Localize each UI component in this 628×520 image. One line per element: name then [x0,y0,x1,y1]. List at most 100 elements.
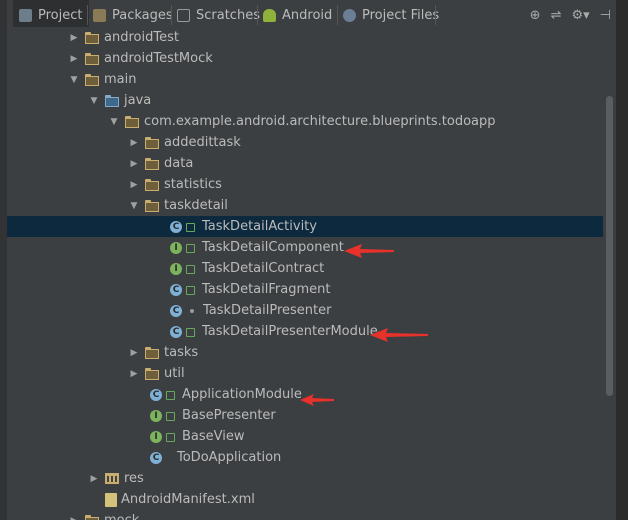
tree-row-mock[interactable]: ▶ mock [7,510,603,520]
tree-label: AndroidManifest.xml [121,492,255,507]
tree-label: java [124,93,152,108]
tree-row-taskdetailcontract[interactable]: I TaskDetailContract [7,258,603,279]
collapse-arrow-icon[interactable]: ▼ [89,96,99,106]
tree-label: res [124,471,144,486]
folder-icon [85,53,99,65]
tree-row-main[interactable]: ▼ main [7,69,603,90]
toolbar-icons: ⊕ ⇌ ⚙▾ ⊣ [525,0,616,30]
folder-icon [85,515,99,520]
expand-arrow-icon[interactable]: ▶ [69,33,79,43]
tree-row-taskdetailpresenter[interactable]: C TaskDetailPresenter [7,300,603,321]
collapse-arrow-icon[interactable]: ▼ [69,75,79,85]
package-icon [145,347,159,359]
tree-label: mock [104,513,139,520]
lock-icon [166,391,175,400]
scratches-icon [177,8,190,22]
lock-icon [186,265,195,274]
folder-icon [85,32,99,44]
tree-label: statistics [164,177,222,192]
tree-row-tasks[interactable]: ▶ tasks [7,342,603,363]
tree-row-java[interactable]: ▼ java [7,90,603,111]
expand-arrow-icon[interactable]: ▶ [129,369,139,379]
expand-arrow-icon[interactable]: ▶ [89,474,99,484]
tree-label: main [104,72,137,87]
tree-row-res[interactable]: ▶ res [7,468,603,489]
tree-label: androidTestMock [104,51,213,66]
tree-row-taskdetailcomponent[interactable]: I TaskDetailComponent [7,237,603,258]
tree-row-addedittask[interactable]: ▶ addedittask [7,132,603,153]
collapse-arrow-icon[interactable]: ▼ [109,117,119,127]
tree-label: taskdetail [164,198,228,213]
class-icon: C [170,283,182,296]
tree-row-androidmanifest[interactable]: AndroidManifest.xml [7,489,603,510]
tree-row-statistics[interactable]: ▶ statistics [7,174,603,195]
tree-label: TaskDetailContract [202,261,325,276]
expand-arrow-icon[interactable]: ▶ [129,138,139,148]
gear-icon[interactable]: ⚙▾ [571,8,589,23]
tab-label: Scratches [196,7,260,23]
expand-arrow-icon[interactable]: ▶ [129,159,139,169]
expand-arrow-icon[interactable]: ▶ [69,516,79,520]
class-icon: C [170,304,182,317]
package-icon [145,200,159,212]
folder-icon [85,74,99,86]
interface-icon: I [150,409,162,422]
tab-android[interactable]: Android [263,0,332,30]
tree-label: data [164,156,194,171]
tree-row-package-root[interactable]: ▼ com.example.android.architecture.bluep… [7,111,603,132]
tree-row-taskdetailfragment[interactable]: C TaskDetailFragment [7,279,603,300]
tree-label: addedittask [164,135,241,150]
interface-icon: I [170,262,182,275]
editor-gutter-edge [616,0,628,520]
tree-row-basepresenter[interactable]: I BasePresenter [7,405,603,426]
packages-icon [93,8,106,22]
tree-row-taskdetail[interactable]: ▼ taskdetail [7,195,603,216]
tree-row-androidtestmock[interactable]: ▶ androidTestMock [7,48,603,69]
tree-row-taskdetailpresentermodule[interactable]: C TaskDetailPresenterModule [7,321,603,342]
tab-divider [171,5,172,25]
project-files-icon [343,8,356,22]
tab-project[interactable]: Project [13,0,89,30]
package-icon [145,158,159,170]
lock-icon [186,223,195,232]
crosshair-icon[interactable]: ⊕ [530,8,541,23]
tab-divider [87,5,88,25]
scrollbar-thumb[interactable] [606,96,613,396]
tab-label: Packages [112,7,173,23]
annotation-arrow [300,394,334,406]
tree-label: util [164,366,185,381]
hide-panel-icon[interactable]: ⊣ [600,8,611,23]
android-icon [263,8,276,22]
expand-arrow-icon[interactable]: ▶ [69,54,79,64]
lock-icon [166,412,175,421]
tree-row-data[interactable]: ▶ data [7,153,603,174]
tree-label: ApplicationModule [182,387,302,402]
resource-folder-icon [105,473,119,484]
collapse-all-icon[interactable]: ⇌ [551,8,562,23]
class-icon: C [150,388,162,401]
lock-icon [186,286,195,295]
tree-row-baseview[interactable]: I BaseView [7,426,603,447]
expand-arrow-icon[interactable]: ▶ [129,348,139,358]
expand-arrow-icon[interactable]: ▶ [129,180,139,190]
tab-scratches[interactable]: Scratches [177,0,260,30]
interface-icon: I [150,430,162,443]
tab-project-files[interactable]: Project Files [343,0,439,30]
source-folder-icon [105,95,119,107]
interface-icon: I [170,241,182,254]
tab-label: Android [282,7,333,23]
tree-row-taskdetailactivity[interactable]: C TaskDetailActivity [7,216,603,237]
package-icon [145,368,159,380]
class-icon: C [150,451,162,464]
class-icon: C [170,325,182,338]
vertical-scrollbar[interactable] [603,30,616,520]
tab-packages[interactable]: Packages [93,0,173,30]
tree-label: TaskDetailPresenterModule [202,324,378,339]
collapse-arrow-icon[interactable]: ▼ [129,201,139,211]
tree-row-androidtest[interactable]: ▶ androidTest [7,27,603,48]
tree-label: TaskDetailActivity [202,219,317,234]
project-tree: ▶ androidTest ▶ androidTestMock ▼ main ▼… [7,27,603,520]
tab-divider [337,5,338,25]
tree-row-todoapplication[interactable]: C ToDoApplication [7,447,603,468]
tree-row-util[interactable]: ▶ util [7,363,603,384]
